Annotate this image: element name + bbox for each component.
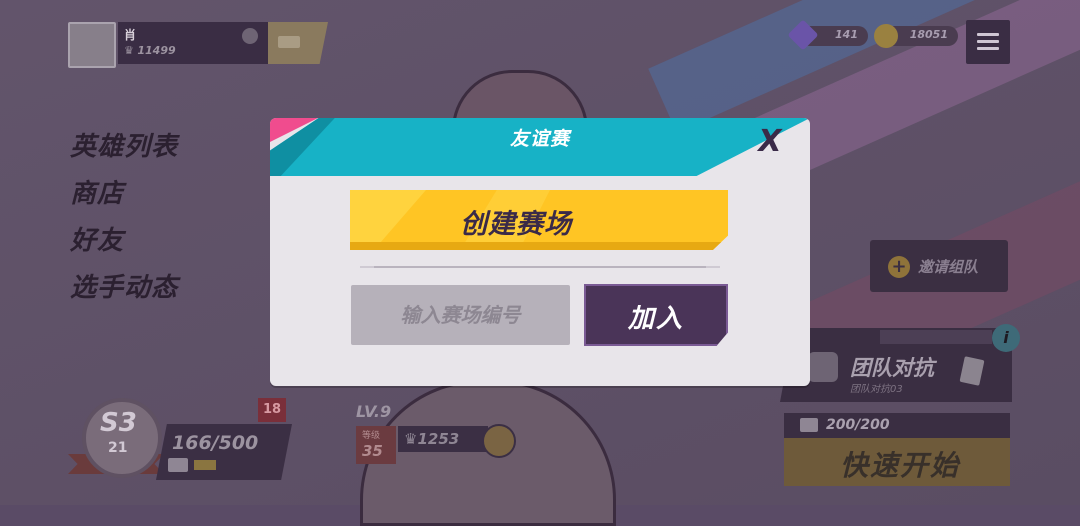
- dialog-header: 友谊赛: [270, 118, 810, 176]
- room-code-input[interactable]: [351, 285, 570, 345]
- create-room-button[interactable]: 创建赛场: [350, 190, 728, 250]
- friendly-match-dialog: 友谊赛 X 创建赛场 加入: [270, 118, 810, 386]
- join-button[interactable]: 加入: [584, 284, 728, 346]
- divider: [360, 266, 720, 268]
- button-shadow: [350, 242, 728, 250]
- close-icon[interactable]: X: [754, 126, 786, 158]
- join-label: 加入: [627, 304, 684, 334]
- create-room-label: 创建赛场: [460, 209, 572, 240]
- dialog-title: 友谊赛: [509, 128, 570, 150]
